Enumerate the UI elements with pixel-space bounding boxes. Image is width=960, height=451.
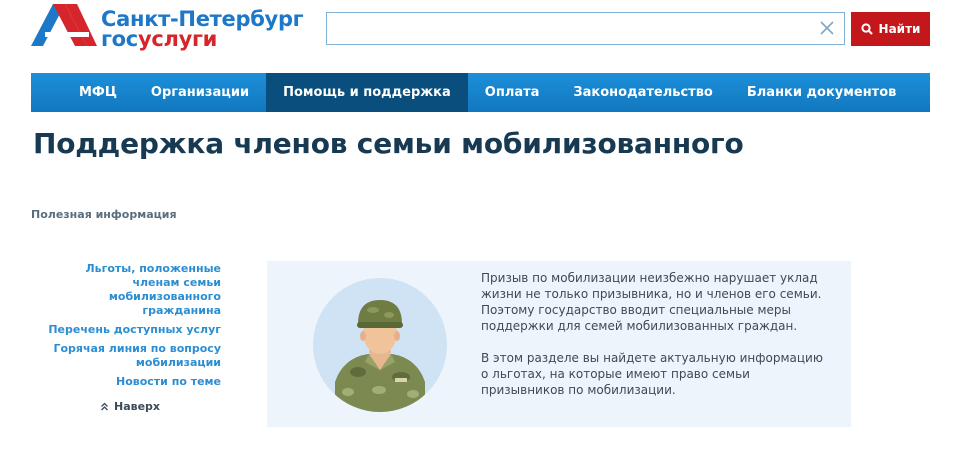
nav-item-forms[interactable]: Бланки документов	[730, 73, 914, 112]
info-card-text: Призыв по мобилизации неизбежно нарушает…	[481, 270, 831, 414]
nav-item-organizations[interactable]: Организации	[134, 73, 266, 112]
soldier-icon	[335, 300, 425, 412]
logo-service-text: госуслуги	[101, 27, 217, 51]
useful-info-label: Полезная информация	[31, 208, 177, 221]
soldier-avatar	[313, 278, 447, 412]
sidebar-link-hotline[interactable]: Горячая линия по вопросу мобилизации	[40, 342, 221, 370]
nav-item-payment[interactable]: Оплата	[468, 73, 557, 112]
logo-mark-icon	[31, 4, 97, 46]
search-input[interactable]	[327, 13, 807, 44]
main-nav: МФЦ Организации Помощь и поддержка Оплат…	[31, 73, 960, 112]
page-title: Поддержка членов семьи мобилизованного	[33, 127, 744, 160]
search-button-label: Найти	[878, 22, 921, 36]
nav-item-mfc[interactable]: МФЦ	[31, 73, 134, 112]
search-button[interactable]: Найти	[851, 12, 930, 46]
nav-item-help-support[interactable]: Помощь и поддержка	[266, 73, 468, 112]
search-box	[326, 12, 845, 45]
back-to-top-link[interactable]: Наверх	[100, 400, 160, 413]
sidebar-links: Льготы, положенные членам семьи мобилизо…	[40, 262, 221, 394]
nav-item-legislation[interactable]: Законодательство	[556, 73, 729, 112]
close-icon[interactable]	[818, 19, 836, 37]
info-card: Призыв по мобилизации неизбежно нарушает…	[267, 261, 851, 427]
info-paragraph-section: В этом разделе вы найдете актуальную инф…	[481, 351, 823, 397]
sidebar-link-news[interactable]: Новости по теме	[40, 375, 221, 389]
nav-item-services[interactable]: Сервисы	[913, 73, 960, 112]
logo-uslugi-text: услуги	[137, 27, 218, 51]
sidebar-link-services-list[interactable]: Перечень доступных услуг	[40, 323, 221, 337]
magnifier-icon	[860, 23, 873, 35]
back-to-top-label: Наверх	[114, 400, 161, 413]
double-chevron-up-icon	[101, 402, 108, 411]
info-paragraph-intro: Призыв по мобилизации неизбежно нарушает…	[481, 271, 822, 333]
site-logo[interactable]: Санкт-Петербург госуслуги	[31, 4, 321, 51]
sidebar-link-benefits[interactable]: Льготы, положенные членам семьи мобилизо…	[40, 262, 221, 318]
logo-gos-text: гос	[101, 27, 138, 51]
